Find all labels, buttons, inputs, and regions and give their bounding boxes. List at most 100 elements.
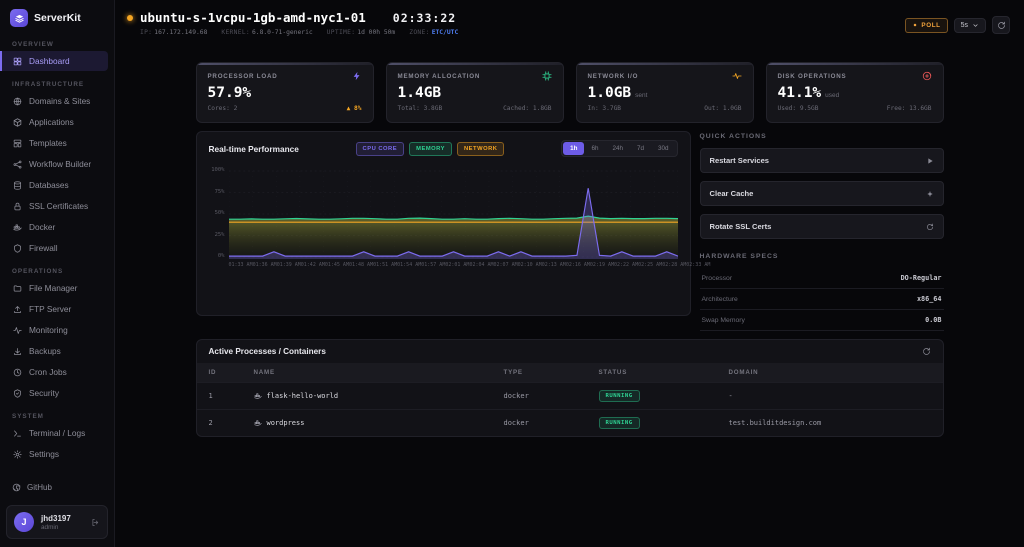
chevron-down-icon bbox=[973, 23, 978, 27]
stat-card-memory-allocation: MEMORY ALLOCATION 1.4GB Total: 3.8GB Cached… bbox=[385, 62, 564, 123]
sidebar-item-databases[interactable]: Databases bbox=[0, 175, 108, 195]
sidebar-item-backups[interactable]: Backups bbox=[0, 341, 108, 361]
chart-title: Real-time Performance bbox=[208, 143, 299, 154]
pulse-icon bbox=[731, 73, 742, 79]
hardware-specs-rows: Processor DO-Regular Architecture x86_64 Swa… bbox=[699, 268, 944, 331]
processes-refresh-button[interactable] bbox=[922, 347, 931, 356]
stat-card-value: 41.1% bbox=[777, 85, 822, 101]
x-axis-tick: 02:13 AM bbox=[541, 262, 566, 268]
sidebar-item-ssl-certificates[interactable]: SSL Certificates bbox=[0, 196, 108, 216]
stat-card-title: PROCESSOR LOAD bbox=[207, 72, 278, 80]
refresh-button[interactable] bbox=[992, 16, 1010, 34]
user-role: admin bbox=[41, 523, 59, 531]
user-chip[interactable]: J jhd3197 admin bbox=[6, 505, 108, 539]
logo-icon bbox=[14, 14, 24, 23]
sidebar-item-ftp-server[interactable]: FTP Server bbox=[0, 299, 108, 319]
sidebar-footer: GitHub J jhd3197 admin bbox=[0, 472, 114, 547]
y-axis-tick: 100% bbox=[211, 167, 225, 173]
stat-card-suffix: sent bbox=[635, 92, 648, 99]
x-axis-tick: 01:57 AM bbox=[421, 262, 446, 268]
processes-panel: Active Processes / Containers ID NAME TYPE… bbox=[195, 339, 944, 437]
app-logo[interactable]: ServerKit bbox=[0, 0, 114, 31]
stat-card-header: MEMORY ALLOCATION bbox=[398, 71, 552, 81]
shield-icon bbox=[14, 243, 21, 253]
x-axis-tick: 02:01 AM bbox=[445, 262, 470, 268]
chevron-down-icon-wrap bbox=[972, 22, 979, 29]
range-button-24h[interactable]: 24h bbox=[605, 142, 630, 155]
sidebar-item-domains-sites[interactable]: Domains & Sites bbox=[0, 91, 108, 111]
sidebar-item-applications[interactable]: Applications bbox=[0, 112, 108, 132]
interval-select[interactable]: 5s bbox=[953, 17, 986, 33]
stat-card-footer: In: 3.7GB Out: 1.0GB bbox=[588, 105, 742, 112]
meta-value: ETC/UTC bbox=[431, 29, 459, 36]
sidebar-section-label: SYSTEM bbox=[12, 413, 44, 420]
stat-card-value-row: 57.9% bbox=[208, 85, 362, 101]
sidebar-item-monitoring[interactable]: Monitoring bbox=[0, 320, 108, 340]
x-axis-tick: 01:42 AM bbox=[300, 262, 325, 268]
stat-card-value-row: 1.0GB sent bbox=[588, 85, 742, 101]
meta-label: UPTIME: bbox=[326, 29, 356, 36]
server-block: ubuntu-s-1vcpu-1gb-amd-nyc1-01 02:33:22 … bbox=[127, 10, 458, 36]
stat-card-footnote-right: ▲ 8% bbox=[346, 105, 362, 112]
stat-card-title: DISK OPERATIONS bbox=[777, 72, 847, 80]
process-row[interactable]: 2 wordpress docker RUNNING test.builditdesig… bbox=[196, 409, 943, 436]
sidebar-item-label: File Manager bbox=[29, 283, 78, 293]
poll-badge[interactable]: POLL bbox=[905, 17, 948, 33]
hardware-label: Swap Memory bbox=[701, 316, 745, 324]
quick-action-rotate-ssl-certs[interactable]: Rotate SSL Certs bbox=[699, 214, 944, 239]
range-button-6h[interactable]: 6h bbox=[584, 142, 605, 155]
y-axis-tick: 50% bbox=[214, 210, 225, 216]
activity-icon bbox=[13, 326, 22, 334]
sidebar-item-firewall[interactable]: Firewall bbox=[0, 238, 108, 258]
status-badge: RUNNING bbox=[598, 417, 640, 429]
x-axis-tick: 01:51 AM bbox=[373, 262, 398, 268]
meta-label: ZONE: bbox=[409, 29, 430, 36]
meta-label: IP: bbox=[140, 29, 153, 36]
github-link[interactable]: GitHub bbox=[6, 478, 108, 497]
sidebar-item-cron-jobs[interactable]: Cron Jobs bbox=[0, 362, 108, 382]
x-axis-tick: 01:33 AM bbox=[228, 262, 253, 268]
sidebar: ServerKit OVERVIEW Dashboard INFRASTRUCTUR… bbox=[0, 0, 115, 547]
hardware-row-swap-memory: Swap Memory 0.0B bbox=[699, 310, 944, 331]
quick-action-label: Rotate SSL Certs bbox=[709, 222, 772, 231]
column-header-status: STATUS bbox=[598, 369, 628, 376]
refresh-icon bbox=[997, 21, 1005, 29]
sidebar-item-label: Cron Jobs bbox=[29, 367, 67, 377]
process-row[interactable]: 1 flask-hello-world docker RUNNING - bbox=[196, 382, 943, 409]
stat-card-value: 1.0GB bbox=[587, 85, 632, 101]
terminal-icon bbox=[14, 430, 21, 436]
x-axis-tick: 02:28 AM bbox=[662, 262, 687, 268]
hardware-value: DO-Regular bbox=[900, 274, 942, 282]
workflow-icon bbox=[13, 160, 22, 168]
hardware-value: 0.0B bbox=[925, 316, 942, 324]
range-button-7d[interactable]: 7d bbox=[630, 142, 651, 155]
sidebar-item-label: Workflow Builder bbox=[29, 159, 92, 169]
dot-icon bbox=[914, 23, 917, 27]
sidebar-item-workflow-builder[interactable]: Workflow Builder bbox=[0, 154, 108, 174]
logout-button[interactable] bbox=[91, 518, 100, 527]
sidebar-item-security[interactable]: Security bbox=[0, 383, 108, 403]
process-name-text: wordpress bbox=[266, 419, 305, 427]
sidebar-item-templates[interactable]: Templates bbox=[0, 133, 108, 153]
x-axis-tick: 02:19 AM bbox=[589, 262, 614, 268]
sidebar-item-dashboard[interactable]: Dashboard bbox=[0, 51, 108, 71]
server-line: ubuntu-s-1vcpu-1gb-amd-nyc1-01 02:33:22 bbox=[127, 10, 458, 25]
quick-action-clear-cache[interactable]: Clear Cache bbox=[699, 181, 944, 206]
range-button-30d[interactable]: 30d bbox=[651, 142, 676, 155]
range-button-1h[interactable]: 1h bbox=[563, 142, 585, 155]
stat-card-processor-load: PROCESSOR LOAD 57.9% Cores: 2 ▲ 8% bbox=[195, 62, 374, 123]
poll-icon-wrap bbox=[912, 22, 918, 28]
sidebar-item-docker[interactable]: Docker bbox=[0, 217, 108, 237]
quick-action-label: Restart Services bbox=[709, 156, 770, 165]
hardware-specs-section: HARDWARE SPECS Processor DO-Regular Archit… bbox=[699, 253, 944, 331]
legend-chip-network[interactable]: NETWORK bbox=[457, 141, 505, 156]
stat-card-footnote-left: Cores: 2 bbox=[207, 105, 238, 112]
sidebar-item-terminal-logs[interactable]: Terminal / Logs bbox=[0, 423, 108, 443]
stat-card-footnote-left: In: 3.7GB bbox=[587, 105, 622, 112]
sidebar-item-settings[interactable]: Settings bbox=[0, 444, 108, 464]
quick-action-restart-services[interactable]: Restart Services bbox=[699, 148, 944, 173]
docker-icon bbox=[253, 420, 262, 426]
legend-chip-memory[interactable]: MEMORY bbox=[409, 141, 452, 156]
sidebar-item-file-manager[interactable]: File Manager bbox=[0, 278, 108, 298]
legend-chip-cpu-core[interactable]: CPU CORE bbox=[355, 141, 405, 156]
